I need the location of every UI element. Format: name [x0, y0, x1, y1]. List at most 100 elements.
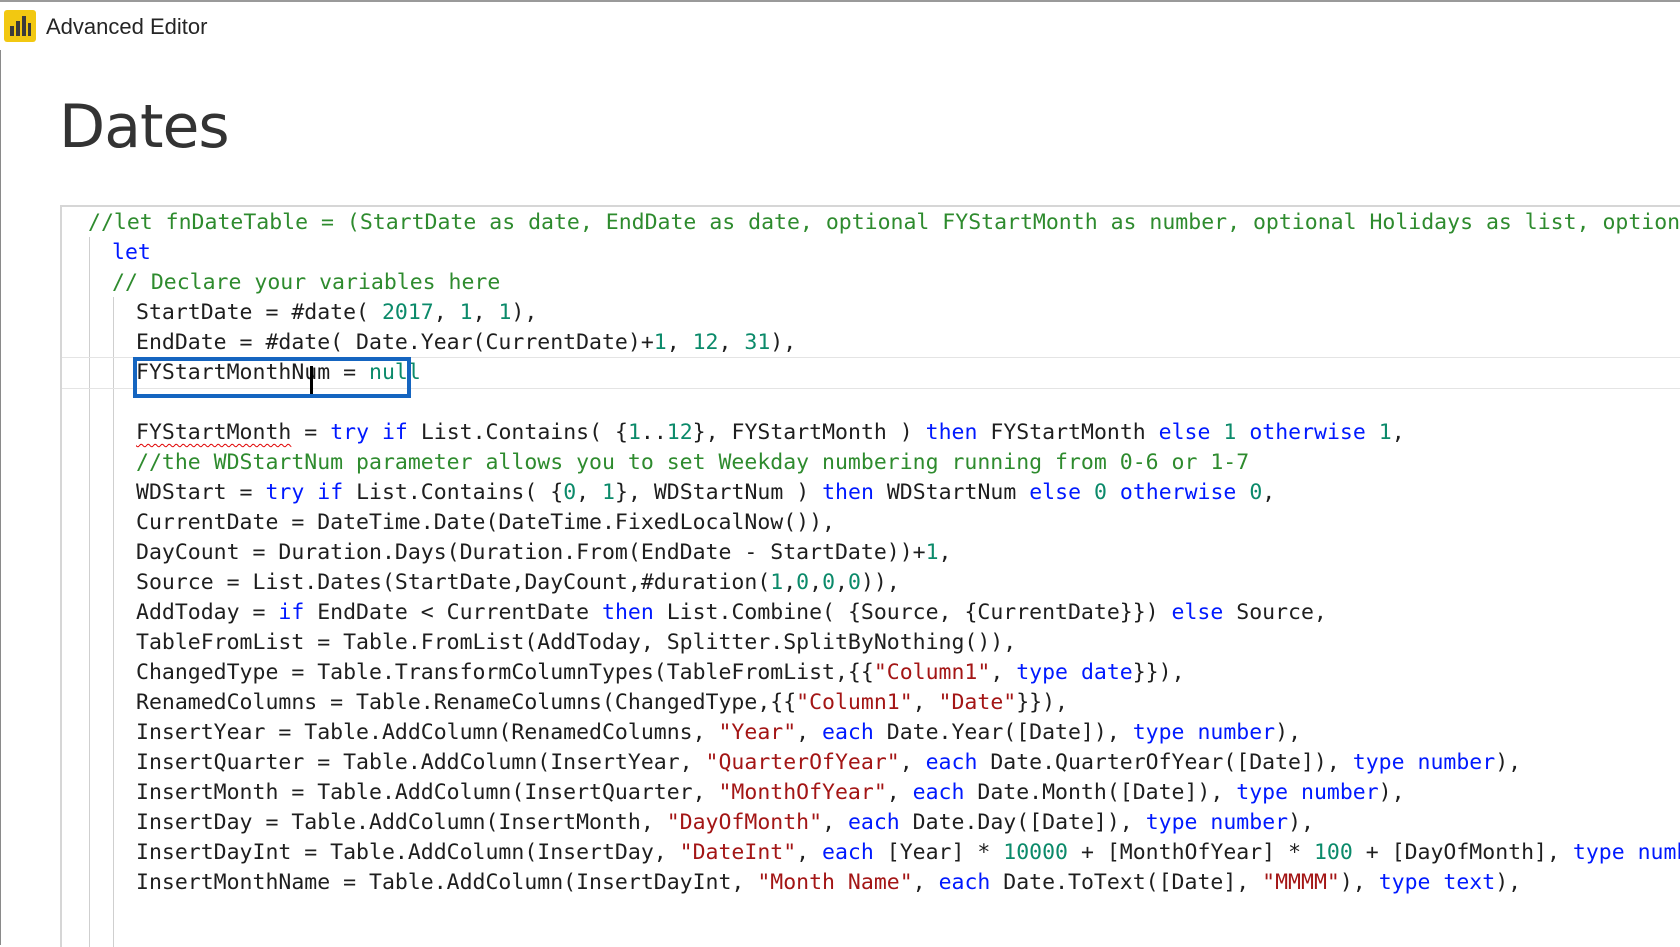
code-line[interactable]: TableFromList = Table.FromList(AddToday,…	[62, 627, 1680, 659]
code-token: 1	[459, 300, 473, 325]
code-line[interactable]: InsertQuarter = Table.AddColumn(InsertYe…	[62, 747, 1680, 779]
code-editor[interactable]: //let fnDateTable = (StartDate as date, …	[60, 205, 1680, 947]
code-line[interactable]: InsertDayInt = Table.AddColumn(InsertDay…	[62, 837, 1680, 869]
code-line-current[interactable]: FYStartMonthNum = null	[62, 357, 1680, 389]
code-token: type	[1572, 840, 1625, 865]
code-line[interactable]: CurrentDate = DateTime.Date(DateTime.Fix…	[62, 507, 1680, 539]
code-token: ,	[912, 870, 939, 895]
code-line[interactable]	[62, 387, 1680, 419]
code-line[interactable]: DayCount = Duration.Days(Duration.From(E…	[62, 537, 1680, 569]
code-token: InsertMonth = Table.AddColumn(InsertQuar…	[136, 780, 719, 805]
code-token: else	[1158, 420, 1211, 445]
code-token: Date.QuarterOfYear([Date]),	[977, 750, 1353, 775]
code-line[interactable]: ChangedType = Table.TransformColumnTypes…	[62, 657, 1680, 689]
code-token: if	[317, 480, 344, 505]
code-token: each	[938, 870, 991, 895]
code-line[interactable]: RenamedColumns = Table.RenameColumns(Cha…	[62, 687, 1680, 719]
code-line[interactable]: Source = List.Dates(StartDate,DayCount,#…	[62, 567, 1680, 599]
code-line[interactable]: AddToday = if EndDate < CurrentDate then…	[62, 597, 1680, 629]
code-token: then	[925, 420, 978, 445]
code-token: type	[1145, 810, 1198, 835]
code-token: 1	[1378, 420, 1392, 445]
code-token: 1	[925, 540, 939, 565]
code-token: InsertDayInt = Table.AddColumn(InsertDay…	[136, 840, 680, 865]
code-token: type	[1016, 660, 1068, 685]
code-token: ),	[1339, 870, 1379, 895]
code-token: ,	[886, 780, 913, 805]
code-token: 0	[1249, 480, 1263, 505]
code-line[interactable]: InsertDay = Table.AddColumn(InsertMonth,…	[62, 807, 1680, 839]
code-token: ,	[1391, 420, 1405, 445]
code-token: ,	[1262, 480, 1276, 505]
code-token: InsertMonthName = Table.AddColumn(Insert…	[136, 870, 758, 895]
code-token: number	[1301, 780, 1379, 805]
code-token: Date.Year([Date]),	[873, 720, 1133, 745]
code-token: }}),	[1132, 660, 1185, 685]
code-token: DayCount = Duration.Days(Duration.From(E…	[136, 540, 926, 565]
code-token: 0	[796, 570, 810, 595]
code-token: Date.Month([Date]),	[964, 780, 1237, 805]
code-line[interactable]: // Declare your variables here	[62, 267, 1680, 299]
code-token: List.Combine( {Source, {CurrentDate}})	[653, 600, 1172, 625]
code-token: each	[925, 750, 978, 775]
code-token: date	[1080, 660, 1133, 685]
code-token: ,	[796, 720, 823, 745]
code-token: ),	[1288, 810, 1314, 835]
code-token: 0	[563, 480, 577, 505]
code-token: AddToday =	[136, 600, 279, 625]
code-line[interactable]: let	[62, 237, 1680, 269]
title-bar: Advanced Editor	[0, 2, 1680, 50]
code-line[interactable]: //the WDStartNum parameter allows you to…	[62, 447, 1680, 479]
code-line[interactable]: StartDate = #date( 2017, 1, 1),	[62, 297, 1680, 329]
code-token: 10000	[1003, 840, 1069, 865]
code-token: ,	[899, 750, 926, 775]
code-token: numb	[1637, 840, 1680, 865]
code-line[interactable]: InsertMonth = Table.AddColumn(InsertQuar…	[62, 777, 1680, 809]
code-token: // Declare your variables here	[112, 270, 501, 295]
code-line[interactable]: WDStart = try if List.Contains( {0, 1}, …	[62, 477, 1680, 509]
code-token: + [MonthOfYear] *	[1068, 840, 1314, 865]
code-token: 0	[847, 570, 861, 595]
code-token: else	[1171, 600, 1224, 625]
text-cursor	[310, 366, 313, 394]
code-token: InsertDay = Table.AddColumn(InsertMonth,	[136, 810, 667, 835]
code-token: "QuarterOfYear"	[705, 750, 900, 775]
code-token: )),	[860, 570, 900, 595]
code-token: "Date"	[938, 690, 1017, 715]
code-token: ChangedType = Table.TransformColumnTypes…	[136, 660, 874, 685]
code-token: ),	[511, 300, 538, 325]
code-line[interactable]: InsertMonthName = Table.AddColumn(Insert…	[62, 867, 1680, 899]
code-token: //let fnDateTable = (StartDate as date, …	[88, 210, 1680, 235]
code-token: Source = List.Dates(StartDate,DayCount,#…	[136, 570, 771, 595]
code-line[interactable]: //let fnDateTable = (StartDate as date, …	[62, 207, 1680, 239]
window-title: Advanced Editor	[46, 14, 208, 39]
code-token: text	[1443, 870, 1496, 895]
code-line[interactable]: InsertYear = Table.AddColumn(RenamedColu…	[62, 717, 1680, 749]
code-token: 1	[498, 300, 512, 325]
code-token: 1	[627, 420, 641, 445]
code-token: 100	[1313, 840, 1353, 865]
window-left-border	[0, 50, 1, 945]
code-token: FYStartMonth	[977, 420, 1159, 445]
code-line[interactable]: FYStartMonth = try if List.Contains( {1.…	[62, 417, 1680, 449]
code-token: ),	[1495, 750, 1522, 775]
code-token: Source,	[1223, 600, 1327, 625]
code-token: try	[330, 420, 370, 445]
code-token: 0	[822, 570, 836, 595]
code-token: ),	[1495, 870, 1522, 895]
code-token: WDStart =	[136, 480, 266, 505]
code-token: ,	[783, 570, 797, 595]
code-line[interactable]: EndDate = #date( Date.Year(CurrentDate)+…	[62, 327, 1680, 359]
